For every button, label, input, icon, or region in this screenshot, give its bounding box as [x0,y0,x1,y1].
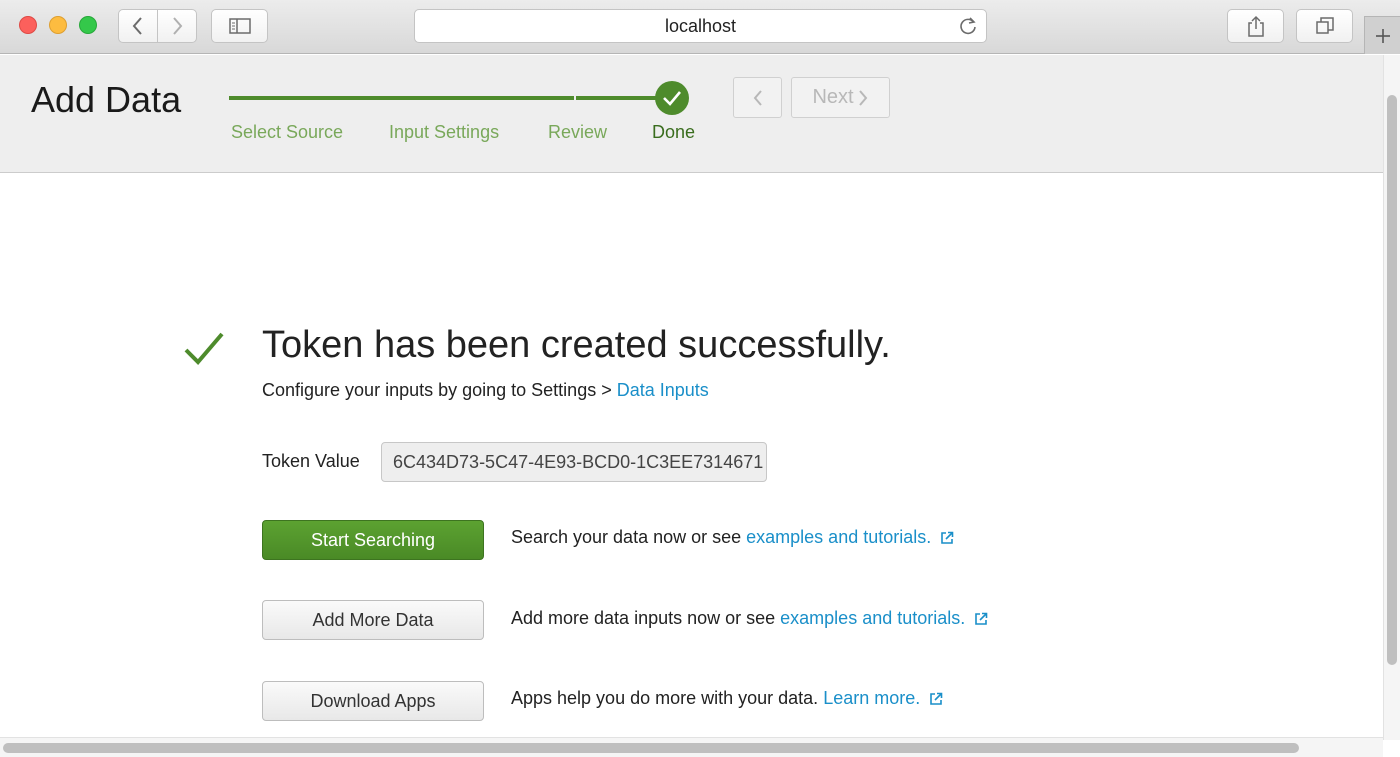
token-label: Token Value [262,451,360,471]
vertical-scroll-thumb[interactable] [1387,95,1397,665]
chevron-right-icon[interactable] [157,10,196,42]
url-text: localhost [664,15,737,36]
page-title: Add Data [31,79,182,120]
action-desc-text: Add more data inputs now or see [511,608,781,628]
reload-icon[interactable] [958,16,978,41]
chevron-left-icon [753,89,762,106]
horizontal-scrollbar[interactable] [0,737,1383,757]
action-desc-text: Search your data now or see [511,527,747,547]
data-inputs-link[interactable]: Data Inputs [617,380,709,400]
success-check-icon [183,330,225,371]
close-window-button[interactable] [19,16,37,34]
external-link-icon[interactable] [974,612,988,626]
start-searching-description: Search your data now or see examples and… [511,527,954,548]
wizard-header: Add Data Select Source Input Settings Re… [0,55,1383,173]
next-label: Next [812,86,854,108]
vertical-scrollbar[interactable] [1383,55,1400,740]
chevron-right-icon [858,89,867,106]
external-link-icon[interactable] [940,531,954,545]
back-button[interactable] [733,77,782,118]
history-nav [118,9,197,43]
step-input-settings: Input Settings [389,122,500,142]
address-bar[interactable]: localhost [414,9,987,43]
zoom-window-button[interactable] [79,16,97,34]
tabs-icon[interactable] [1296,9,1353,43]
step-select-source: Select Source [231,122,344,142]
external-link-icon[interactable] [929,692,943,706]
checkmark-icon [655,81,689,115]
plus-icon[interactable] [1364,16,1400,54]
success-headline: Token has been created successfully. [262,324,891,366]
start-searching-button[interactable]: Start Searching [262,520,484,560]
step-review: Review [548,122,608,142]
learn-more-link[interactable]: Learn more. [823,688,920,709]
token-value-field[interactable] [381,442,767,482]
horizontal-scroll-thumb[interactable] [3,743,1299,753]
browser-toolbar: localhost [0,0,1400,54]
chevron-left-icon[interactable] [119,10,157,42]
main-content: Token has been created successfully. Con… [0,174,1383,737]
add-more-data-button[interactable]: Add More Data [262,600,484,640]
download-apps-button[interactable]: Download Apps [262,681,484,721]
add-more-data-description: Add more data inputs now or see examples… [511,608,988,629]
next-button[interactable]: Next [791,77,890,118]
share-icon[interactable] [1227,9,1284,43]
download-apps-description: Apps help you do more with your data. Le… [511,688,943,709]
examples-tutorials-link[interactable]: examples and tutorials. [780,608,965,629]
step-done: Done [652,122,696,142]
configure-message: Configure your inputs by going to Settin… [262,380,709,401]
configure-text: Configure your inputs by going to Settin… [262,380,617,400]
examples-tutorials-link[interactable]: examples and tutorials. [746,527,931,548]
action-desc-text: Apps help you do more with your data. [511,688,824,708]
progress-track [229,96,677,100]
sidebar-icon[interactable] [211,9,268,43]
minimize-window-button[interactable] [49,16,67,34]
